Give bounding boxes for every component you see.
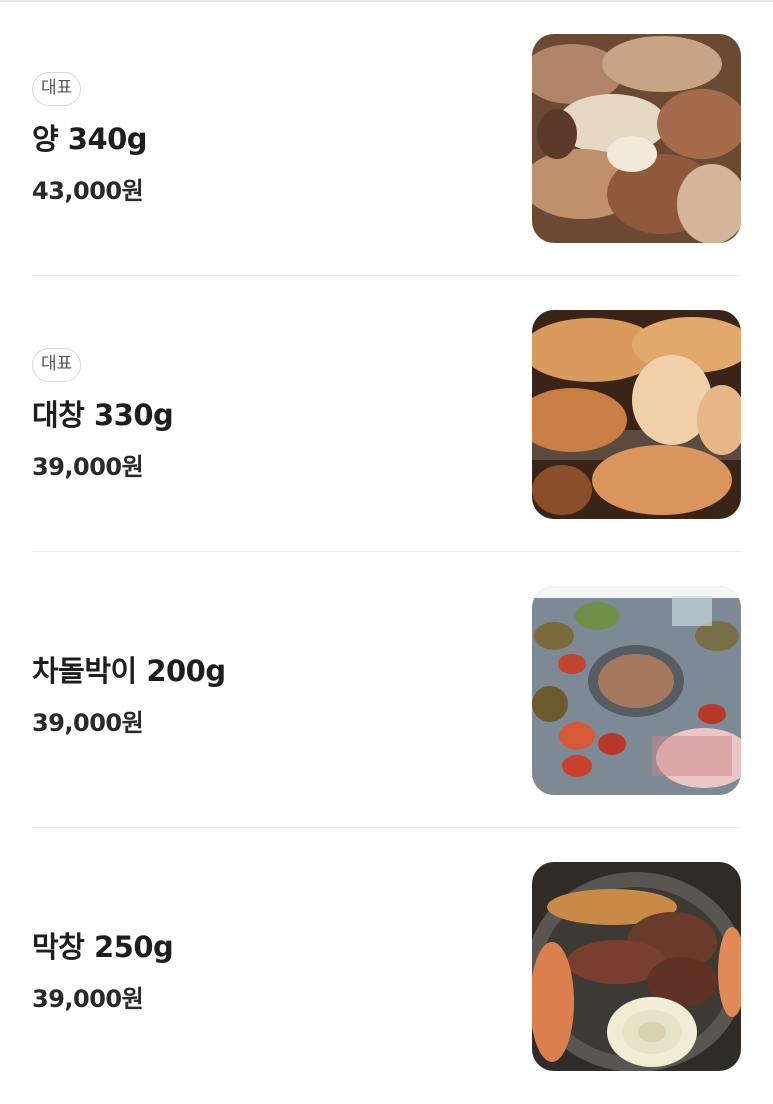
menu-item-name: 대창 330g <box>32 398 174 432</box>
menu-item-photo[interactable] <box>532 310 741 519</box>
menu-item-price: 39,000원 <box>32 453 144 481</box>
table-spread-photo-icon <box>532 586 741 795</box>
menu-item-name: 양 340g <box>32 122 148 156</box>
menu-item-makchang[interactable]: 막창 250g 39,000원 <box>32 828 741 1104</box>
menu-item-daechang[interactable]: 대표 대창 330g 39,000원 <box>32 276 741 552</box>
grilled-large-intestine-photo-icon <box>532 310 741 519</box>
menu-item-photo[interactable] <box>532 34 741 243</box>
menu-item-price: 39,000원 <box>32 985 144 1013</box>
menu-item-name: 차돌박이 200g <box>32 654 226 688</box>
menu-item-price: 39,000원 <box>32 709 144 737</box>
menu-item-price: 43,000원 <box>32 177 144 205</box>
signature-badge: 대표 <box>32 348 82 382</box>
menu-item-photo[interactable] <box>532 586 741 795</box>
menu-item-chadolbaegi[interactable]: 차돌박이 200g 39,000원 <box>32 552 741 828</box>
signature-badge: 대표 <box>32 72 82 106</box>
menu-item-photo[interactable] <box>532 862 741 1071</box>
grilled-tripe-photo-icon <box>532 34 741 243</box>
menu-item-yang[interactable]: 대표 양 340g 43,000원 <box>32 0 741 276</box>
menu-item-name: 막창 250g <box>32 930 174 964</box>
grilled-makchang-photo-icon <box>532 862 741 1071</box>
